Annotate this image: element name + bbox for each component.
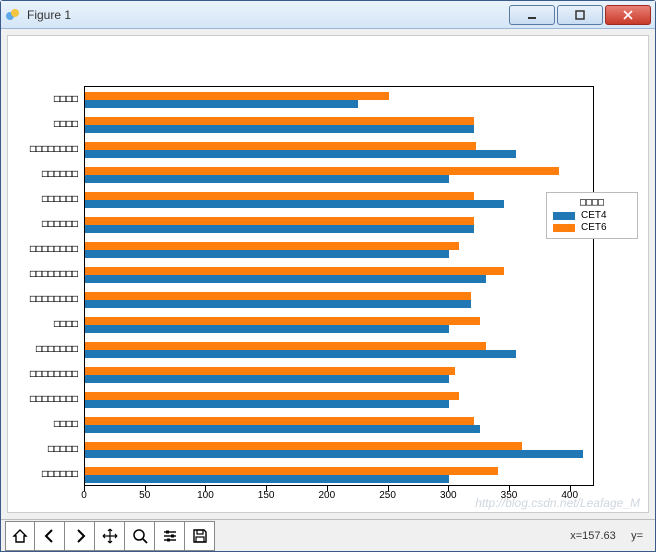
bar-cet4 (85, 275, 486, 283)
x-tick-mark (388, 486, 389, 491)
legend-label-cet6: CET6 (581, 222, 607, 233)
x-tick-mark (84, 486, 85, 491)
x-tick-mark (570, 486, 571, 491)
bar-cet4 (85, 350, 516, 358)
legend-item-cet4: CET4 (553, 210, 631, 221)
y-tick-label: □□□□□□□□ (30, 243, 78, 254)
bar-cet4 (85, 475, 449, 483)
x-tick-mark (327, 486, 328, 491)
bar-cet6 (85, 317, 480, 325)
legend-item-cet6: CET6 (553, 222, 631, 233)
x-tick-label: 250 (379, 490, 396, 501)
bar-cet4 (85, 125, 474, 133)
y-tick-label: □□□□ (54, 418, 78, 429)
bar-cet6 (85, 242, 459, 250)
bar-cet4 (85, 425, 480, 433)
x-tick-label: 100 (197, 490, 214, 501)
bar-cet4 (85, 375, 449, 383)
y-tick-label: □□□□□ (48, 443, 78, 454)
bar-cet6 (85, 167, 559, 175)
bar-cet6 (85, 292, 471, 300)
window-buttons (507, 5, 651, 25)
bar-cet4 (85, 200, 504, 208)
legend-label-cet4: CET4 (581, 210, 607, 221)
bar-cet6 (85, 442, 522, 450)
titlebar[interactable]: Figure 1 (1, 1, 655, 29)
legend-swatch-cet4 (553, 212, 575, 220)
bar-cet4 (85, 325, 449, 333)
y-tick-label: □□□□ (54, 318, 78, 329)
x-tick-label: 50 (139, 490, 150, 501)
bar-cet6 (85, 142, 476, 150)
figure-canvas[interactable]: □□□□□□□□□□□□□□□□□□□□□□□□□□□□□□□□□□□□□□□□… (7, 35, 649, 513)
legend: □□□□ CET4 CET6 (546, 192, 638, 239)
pan-button[interactable] (95, 521, 125, 551)
y-tick-label: □□□□□□□□ (30, 368, 78, 379)
nav-toolbar: x=157.63 y= (1, 519, 655, 551)
x-tick-label: 300 (440, 490, 457, 501)
bar-cet6 (85, 367, 455, 375)
bar-cet4 (85, 175, 449, 183)
minimize-button[interactable] (509, 5, 555, 25)
x-tick-label: 400 (561, 490, 578, 501)
bar-cet6 (85, 92, 389, 100)
zoom-button[interactable] (125, 521, 155, 551)
legend-swatch-cet6 (553, 224, 575, 232)
back-button[interactable] (35, 521, 65, 551)
bar-cet4 (85, 150, 516, 158)
y-tick-label: □□□□□□□ (36, 343, 78, 354)
configure-button[interactable] (155, 521, 185, 551)
bar-cet6 (85, 392, 459, 400)
bar-cet6 (85, 467, 498, 475)
bar-cet6 (85, 267, 504, 275)
bar-cet4 (85, 250, 449, 258)
window-title: Figure 1 (27, 8, 71, 22)
x-tick-label: 200 (319, 490, 336, 501)
save-button[interactable] (185, 521, 215, 551)
bar-cet6 (85, 417, 474, 425)
close-button[interactable] (605, 5, 651, 25)
bar-cet4 (85, 400, 449, 408)
x-tick-mark (266, 486, 267, 491)
app-window: Figure 1 □□□□□□□□□□□□□□□□□□□□□□□□□□□□□□□… (0, 0, 656, 552)
x-tick-mark (448, 486, 449, 491)
x-tick-label: 150 (258, 490, 275, 501)
x-tick-labels: 0 50 100 150 200 250 300 350 400 (84, 488, 594, 504)
bar-cet6 (85, 342, 486, 350)
bar-cet4 (85, 100, 358, 108)
y-tick-label: □□□□□□□□ (30, 393, 78, 404)
y-tick-label: □□□□□□ (42, 193, 78, 204)
bar-cet4 (85, 225, 474, 233)
app-icon (5, 7, 21, 23)
x-tick-label: 0 (81, 490, 87, 501)
x-tick-label: 350 (501, 490, 518, 501)
cursor-coords: x=157.63 y= (570, 530, 651, 542)
y-tick-label: □□□□□□□□ (30, 143, 78, 154)
bar-cet4 (85, 300, 471, 308)
y-tick-label: □□□□□□ (42, 168, 78, 179)
legend-title: □□□□ (553, 197, 631, 208)
x-tick-mark (509, 486, 510, 491)
plot-axes (84, 86, 594, 486)
y-tick-label: □□□□□□ (42, 218, 78, 229)
y-tick-label: □□□□ (54, 118, 78, 129)
x-tick-mark (205, 486, 206, 491)
y-tick-labels: □□□□□□□□□□□□□□□□□□□□□□□□□□□□□□□□□□□□□□□□… (8, 86, 82, 486)
bar-cet4 (85, 450, 583, 458)
maximize-button[interactable] (557, 5, 603, 25)
y-tick-label: □□□□□□□□ (30, 293, 78, 304)
y-tick-label: □□□□ (54, 93, 78, 104)
bar-cet6 (85, 192, 474, 200)
bar-cet6 (85, 217, 474, 225)
bar-cet6 (85, 117, 474, 125)
home-button[interactable] (5, 521, 35, 551)
y-tick-label: □□□□□□ (42, 468, 78, 479)
forward-button[interactable] (65, 521, 95, 551)
y-tick-label: □□□□□□□□ (30, 268, 78, 279)
x-tick-mark (145, 486, 146, 491)
